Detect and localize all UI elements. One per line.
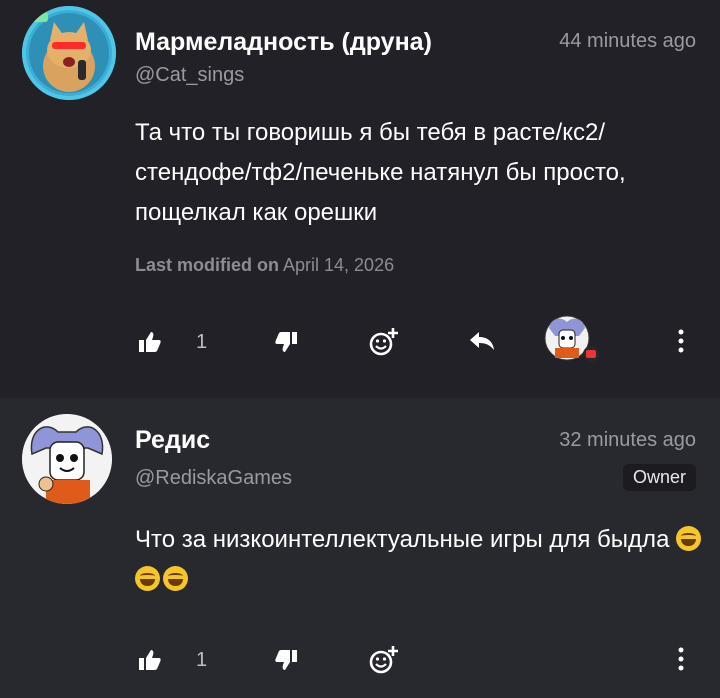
more-options-icon[interactable] (676, 328, 686, 354)
like-count: 1 (196, 331, 208, 353)
author-handle[interactable]: @RediskaGames (135, 467, 292, 490)
like-count: 1 (196, 649, 208, 671)
dislike-icon[interactable] (274, 330, 298, 354)
joy-emoji (676, 526, 702, 551)
comment-text: Та что ты говоришь я бы тебя в расте/кс2… (135, 119, 626, 226)
dislike-icon[interactable] (274, 648, 298, 672)
joy-emoji (163, 566, 188, 591)
comment-text-content: Что за низкоинтеллектуальные игры для бы… (135, 526, 670, 553)
reply-icon[interactable] (468, 330, 496, 352)
comment-actions: 1 (0, 640, 720, 680)
author-name[interactable]: Редис (135, 426, 210, 455)
last-modified: Last modified on April 14, 2026 (135, 255, 394, 276)
creator-reply-avatar[interactable] (543, 314, 605, 366)
add-reaction-icon[interactable] (368, 644, 400, 676)
timestamp: 32 minutes ago (559, 429, 696, 451)
comment-text: Что за низкоинтеллектуальные игры для бы… (135, 520, 705, 600)
like-icon[interactable] (138, 330, 162, 354)
timestamp: 44 minutes ago (559, 30, 696, 52)
last-modified-date: April 14, 2026 (283, 255, 395, 275)
owner-badge: Owner (622, 464, 696, 491)
author-handle[interactable]: @Cat_sings (135, 64, 244, 87)
last-modified-label: Last modified on (135, 255, 279, 275)
like-icon[interactable] (138, 648, 162, 672)
avatar[interactable] (22, 6, 116, 100)
add-reaction-icon[interactable] (368, 326, 400, 358)
avatar[interactable] (22, 414, 112, 504)
comment-actions: 1 (0, 315, 720, 362)
more-options-icon[interactable] (676, 646, 686, 672)
comment: Редис @RediskaGames 32 minutes ago Owner… (0, 398, 720, 698)
author-name[interactable]: Мармеладность (друна) (135, 28, 432, 57)
comment: Мармеладность (друна) @Cat_sings 44 minu… (0, 0, 720, 398)
joy-emoji (135, 566, 160, 591)
